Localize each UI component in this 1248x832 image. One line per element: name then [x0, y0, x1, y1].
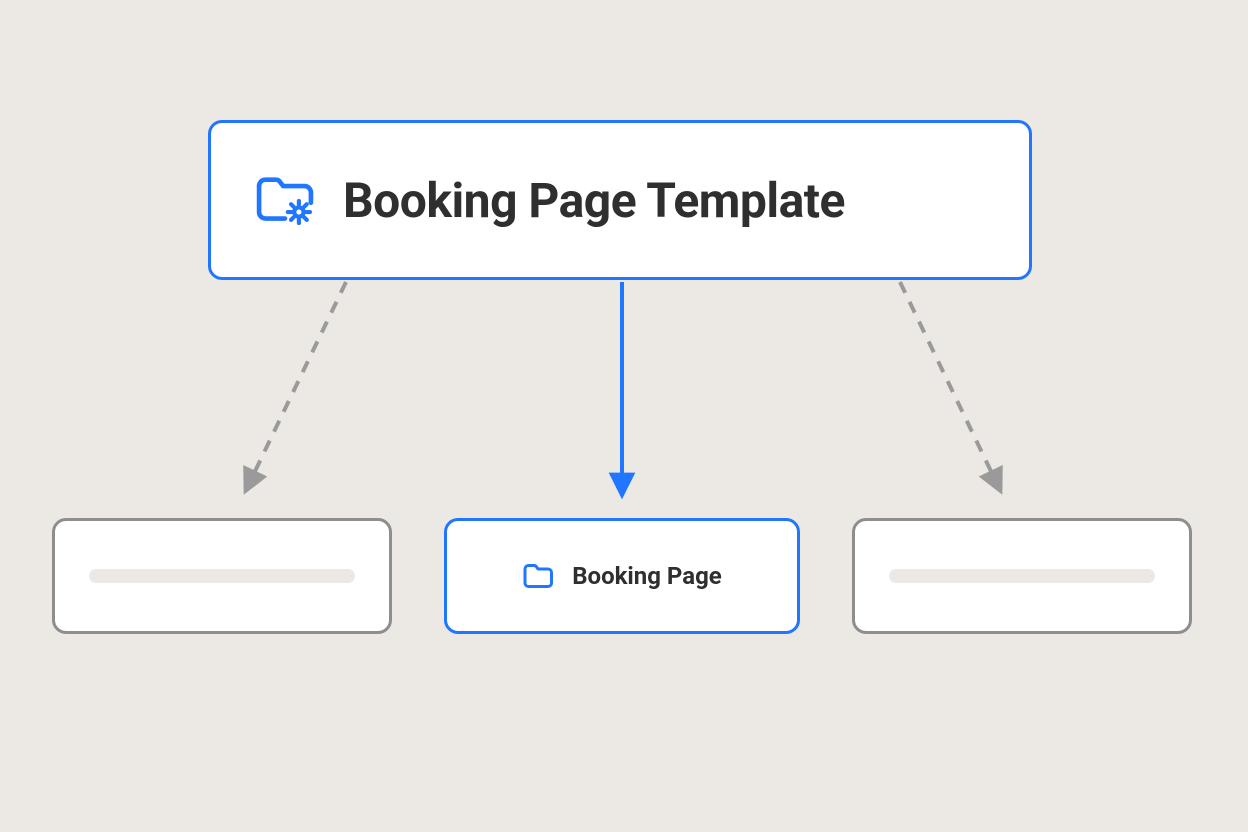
child-node-center: Booking Page: [444, 518, 800, 634]
folder-icon: [522, 562, 554, 590]
diagram-canvas: Booking Page Template Booking Page: [0, 0, 1248, 832]
child-node-left: [52, 518, 392, 634]
child-center-label: Booking Page: [572, 562, 722, 590]
child-node-right: [852, 518, 1192, 634]
template-title: Booking Page Template: [343, 172, 845, 229]
arrow-right: [900, 282, 1000, 490]
folder-gear-icon: [255, 175, 315, 225]
template-node: Booking Page Template: [208, 120, 1032, 280]
placeholder-bar: [89, 569, 355, 583]
arrow-left: [246, 282, 346, 490]
placeholder-bar: [889, 569, 1155, 583]
